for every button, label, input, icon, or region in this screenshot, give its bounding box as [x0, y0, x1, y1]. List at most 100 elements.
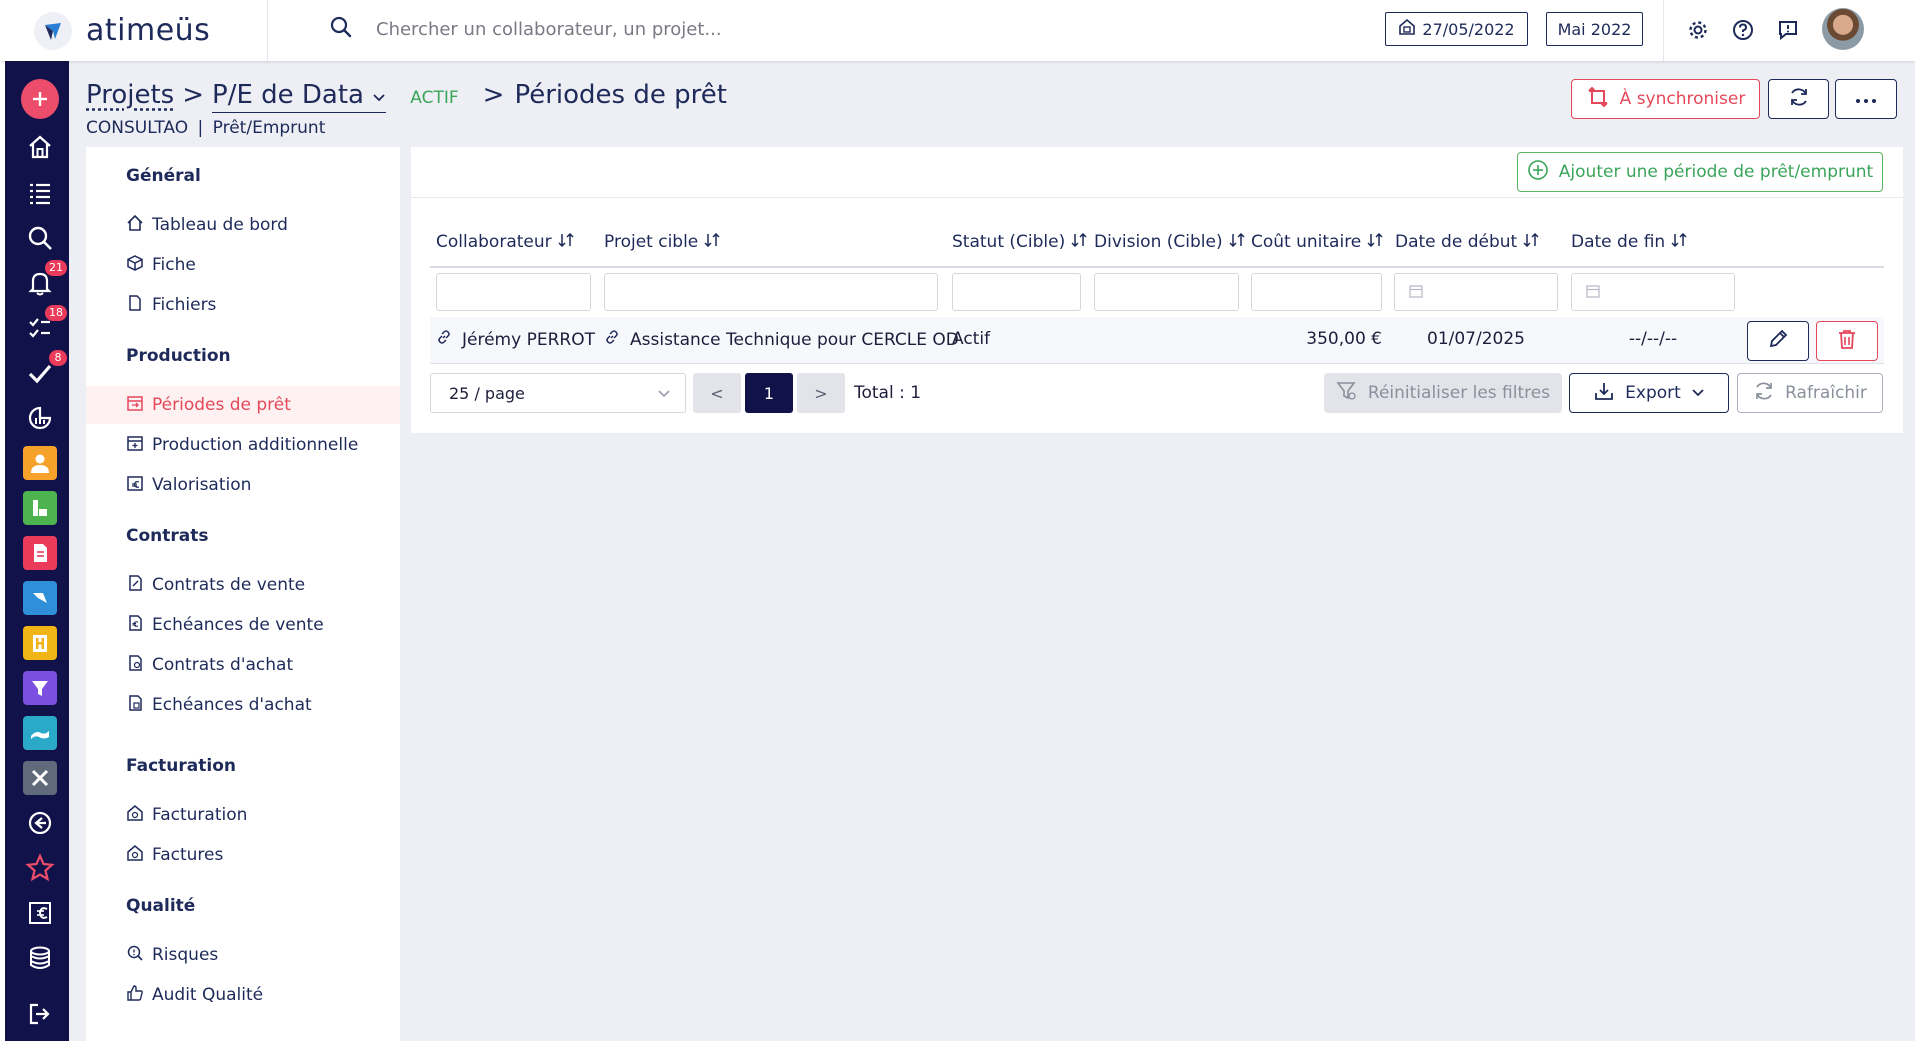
sync-arrows-icon [1586, 85, 1610, 114]
filter-division-input[interactable] [1094, 273, 1239, 311]
project-name: P/E de Data [212, 80, 364, 110]
column-header-date-debut[interactable]: Date de début [1395, 232, 1539, 252]
current-period: Mai 2022 [1557, 19, 1632, 39]
filter-date-fin-input[interactable] [1571, 273, 1735, 311]
nav-item-fichiers[interactable]: Fichiers [86, 286, 400, 324]
filter-cout-input[interactable] [1251, 273, 1382, 311]
search-icon[interactable] [330, 16, 352, 42]
chevron-down-icon [657, 384, 671, 403]
column-header-statut[interactable]: Statut (Cible) [952, 232, 1087, 252]
sales-tile-icon[interactable] [21, 579, 59, 617]
funnel-tile-icon[interactable] [21, 669, 59, 707]
valorisation-icon[interactable] [21, 894, 59, 932]
validation-check-icon[interactable]: 8 [21, 350, 67, 392]
nav-item-label: Périodes de prêt [152, 395, 291, 415]
back-arrow-icon[interactable] [21, 804, 59, 842]
filter-statut-input[interactable] [952, 273, 1081, 311]
nav-item-audit-qualite[interactable]: Audit Qualité [86, 976, 400, 1014]
search-input[interactable] [376, 18, 896, 40]
database-icon[interactable] [21, 939, 59, 977]
handshake-tile-icon[interactable] [21, 714, 59, 752]
nav-item-label: Tableau de bord [152, 215, 288, 235]
tools-tile-icon[interactable] [21, 759, 59, 797]
sort-icon [1071, 232, 1087, 252]
filter-projet-input[interactable] [604, 273, 938, 311]
logout-icon[interactable] [21, 995, 59, 1033]
tasks-badge: 18 [45, 305, 67, 321]
nav-item-echeances-de-vente[interactable]: Echéances de vente [86, 606, 400, 644]
nav-item-label: Contrats de vente [152, 575, 306, 595]
client-name: CONSULTAO [86, 118, 189, 138]
nav-item-echeances-d-achat[interactable]: Echéances d'achat [86, 686, 400, 724]
next-page-button[interactable]: > [797, 373, 845, 413]
search-icon[interactable] [21, 219, 59, 257]
filter-collaborateur-input[interactable] [436, 273, 591, 311]
column-header-projet-cible[interactable]: Projet cible [604, 232, 720, 252]
more-dots-icon [1855, 89, 1877, 109]
column-header-collaborateur[interactable]: Collaborateur [436, 232, 574, 252]
logo-area[interactable]: atimeüs [0, 0, 268, 61]
add-button[interactable] [21, 79, 59, 119]
cell-projet[interactable]: Assistance Technique pour CERCLE OD [604, 329, 959, 350]
settings-gear-icon[interactable] [1685, 17, 1711, 43]
sort-icon [1229, 232, 1245, 252]
reload-button[interactable] [1768, 79, 1829, 119]
current-date: 27/05/2022 [1422, 19, 1515, 39]
nav-item-risques[interactable]: Risques [86, 936, 400, 974]
project-sidenav: Général Tableau de bord Fiche Fichiers P… [86, 147, 400, 1041]
page-size-value: 25 / page [449, 383, 525, 403]
feedback-icon[interactable] [1775, 17, 1801, 43]
export-button[interactable]: Export [1569, 373, 1729, 413]
column-label: Coût unitaire [1251, 232, 1362, 252]
filter-date-debut-input[interactable] [1394, 273, 1558, 311]
cell-statut: Actif [952, 329, 991, 349]
prev-page-button[interactable]: < [693, 373, 741, 413]
user-avatar[interactable] [1822, 8, 1864, 50]
thumbs-up-icon [126, 984, 144, 1007]
add-loan-period-button[interactable]: Ajouter une période de prêt/emprunt [1517, 152, 1883, 192]
home-icon[interactable] [21, 128, 59, 166]
arrow-tile-icon [23, 581, 57, 615]
project-subtitle: CONSULTAO | Prêt/Emprunt [86, 118, 325, 138]
more-options-button[interactable] [1835, 79, 1897, 119]
page-size-select[interactable]: 25 / page [430, 373, 686, 413]
documents-tile-icon[interactable] [21, 534, 59, 572]
cell-collaborateur[interactable]: Jérémy PERROT [436, 329, 595, 350]
favorites-star-icon[interactable] [21, 849, 59, 887]
nav-item-factures[interactable]: Factures [86, 836, 400, 874]
column-header-division[interactable]: Division (Cible) [1094, 232, 1245, 252]
edit-button[interactable] [1747, 321, 1809, 361]
help-icon[interactable] [1730, 17, 1756, 43]
date-selector[interactable]: 27/05/2022 [1385, 12, 1528, 46]
collaborateur-name: Jérémy PERROT [462, 329, 595, 350]
sync-button[interactable]: À synchroniser [1571, 79, 1760, 119]
page-1-button[interactable]: 1 [745, 373, 793, 413]
calendar-plus-icon [126, 434, 144, 457]
analytics-chart-icon[interactable] [21, 399, 59, 437]
nav-item-contrats-d-achat[interactable]: Contrats d'achat [86, 646, 400, 684]
nav-item-facturation[interactable]: Facturation [86, 796, 400, 834]
nav-item-valorisation[interactable]: Valorisation [86, 466, 400, 504]
clients-tile-icon[interactable] [21, 489, 59, 527]
hr-tile-icon[interactable] [21, 624, 59, 662]
delete-button[interactable] [1816, 321, 1878, 361]
tasks-checklist-icon[interactable]: 18 [21, 305, 67, 347]
breadcrumb-separator: > [482, 80, 505, 110]
refresh-button[interactable]: Rafraîchir [1737, 373, 1883, 413]
nav-section-facturation: Facturation [126, 756, 236, 776]
column-header-date-fin[interactable]: Date de fin [1571, 232, 1687, 252]
period-selector[interactable]: Mai 2022 [1546, 12, 1643, 46]
notifications-bell-icon[interactable]: 21 [21, 260, 67, 302]
nav-item-contrats-de-vente[interactable]: Contrats de vente [86, 566, 400, 604]
reset-filters-button[interactable]: Réinitialiser les filtres [1324, 373, 1562, 413]
people-tile-icon[interactable] [21, 444, 59, 482]
list-icon[interactable] [21, 174, 59, 212]
nav-item-production-additionnelle[interactable]: Production additionnelle [86, 426, 400, 464]
column-label: Division (Cible) [1094, 232, 1223, 252]
project-selector[interactable]: P/E de Data [212, 80, 387, 113]
nav-item-periodes-de-pret[interactable]: Périodes de prêt [86, 386, 400, 424]
breadcrumb-projects-link[interactable]: Projets [86, 80, 174, 110]
nav-item-tableau-de-bord[interactable]: Tableau de bord [86, 206, 400, 244]
column-header-cout-unitaire[interactable]: Coût unitaire [1251, 232, 1383, 252]
nav-item-fiche[interactable]: Fiche [86, 246, 400, 284]
